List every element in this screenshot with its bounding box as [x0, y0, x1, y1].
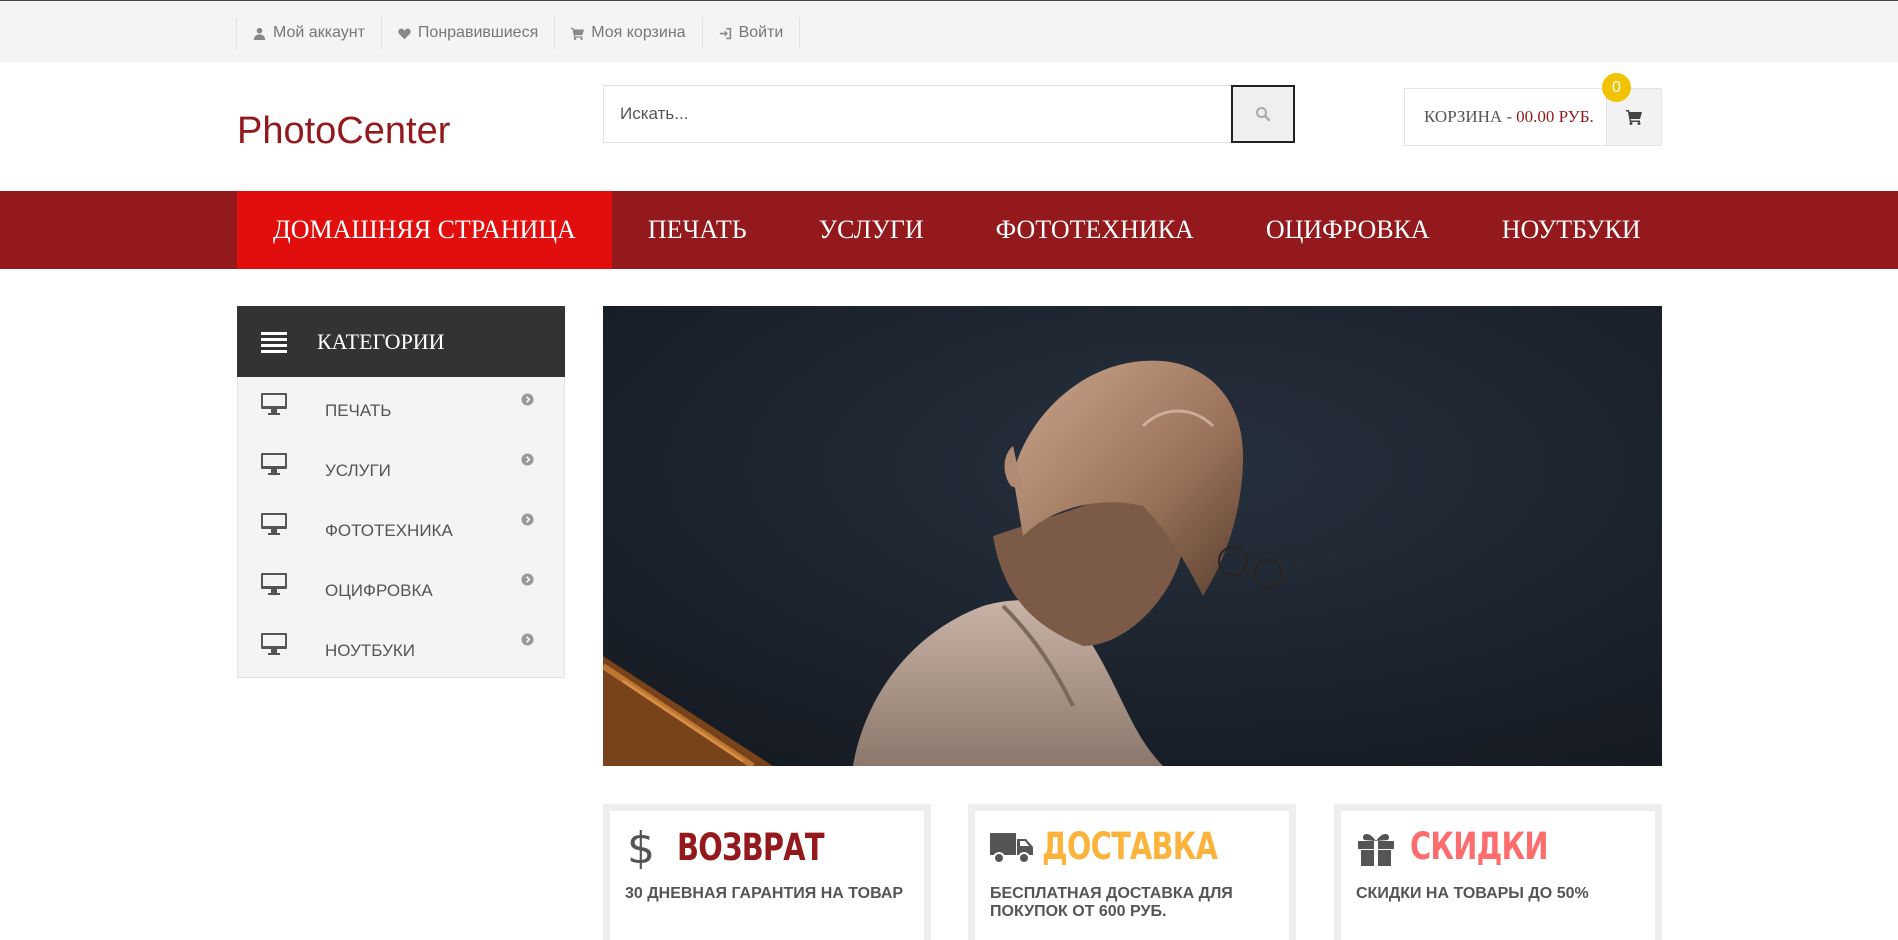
- feature-title: СКИДКИ: [1410, 825, 1548, 868]
- categories-sidebar: КАТЕГОРИИ ПЕЧАТЬ УСЛУГИ ФОТОТЕХНИКА ОЦИФ…: [237, 306, 565, 678]
- nav-item-home[interactable]: ДОМАШНЯЯ СТРАНИЦА: [237, 191, 612, 269]
- login-label: Войти: [738, 24, 784, 41]
- dollar-icon: $: [627, 825, 655, 869]
- search-icon: [1256, 107, 1271, 122]
- categories-list: ПЕЧАТЬ УСЛУГИ ФОТОТЕХНИКА ОЦИФРОВКА НОУТ…: [237, 377, 565, 678]
- category-label: ФОТОТЕХНИКА: [325, 521, 453, 540]
- my-cart-link[interactable]: Моя корзина: [554, 17, 701, 49]
- chevron-right-circle-icon: [521, 393, 534, 406]
- feature-discounts: СКИДКИ СКИДКИ НА ТОВАРЫ ДО 50%: [1334, 804, 1662, 940]
- cart-total: 00.00 РУБ.: [1516, 107, 1594, 126]
- features-row: $ ВОЗВРАТ 30 ДНЕВНАЯ ГАРАНТИЯ НА ТОВАР Д…: [603, 804, 1662, 940]
- cart-count-badge: 0: [1602, 73, 1631, 102]
- monitor-icon: [261, 633, 287, 655]
- category-item-services[interactable]: УСЛУГИ: [238, 437, 564, 497]
- category-item-laptops[interactable]: НОУТБУКИ: [238, 617, 564, 677]
- category-item-print[interactable]: ПЕЧАТЬ: [238, 377, 564, 437]
- search-input[interactable]: [603, 85, 1231, 143]
- shopping-cart-icon: [1626, 110, 1642, 125]
- site-logo[interactable]: PhotoCenter: [237, 110, 450, 153]
- feature-delivery: ДОСТАВКА БЕСПЛАТНАЯ ДОСТАВКА ДЛЯ ПОКУПОК…: [968, 804, 1296, 940]
- search-button[interactable]: [1231, 85, 1295, 143]
- cart-summary[interactable]: КОРЗИНА - 00.00 РУБ.: [1405, 89, 1606, 145]
- nav-item-photo-equipment[interactable]: ФОТОТЕХНИКА: [960, 191, 1230, 269]
- category-label: УСЛУГИ: [325, 461, 391, 480]
- chevron-right-circle-icon: [521, 513, 534, 526]
- chevron-right-circle-icon: [521, 453, 534, 466]
- search-bar: [603, 85, 1295, 143]
- gift-icon: [1358, 833, 1394, 866]
- feature-header: СКИДКИ: [1356, 825, 1587, 868]
- feature-description: БЕСПЛАТНАЯ ДОСТАВКА ДЛЯ ПОКУПОК ОТ 600 Р…: [990, 885, 1233, 920]
- chevron-right-circle-icon: [521, 633, 534, 646]
- nav-item-services[interactable]: УСЛУГИ: [783, 191, 960, 269]
- feature-header: $ ВОЗВРАТ: [625, 825, 865, 869]
- monitor-icon: [261, 453, 287, 475]
- menu-list-icon: [261, 331, 287, 353]
- categories-header: КАТЕГОРИИ: [237, 306, 565, 377]
- account-links: Мой аккаунт Понравившиеся Моя корзина Во…: [236, 17, 801, 49]
- main-nav: ДОМАШНЯЯ СТРАНИЦА ПЕЧАТЬ УСЛУГИ ФОТОТЕХН…: [0, 191, 1898, 269]
- header: PhotoCenter КОРЗИНА - 00.00 РУБ. 0: [0, 62, 1898, 191]
- feature-description: СКИДКИ НА ТОВАРЫ ДО 50%: [1356, 885, 1589, 902]
- nav-items: ДОМАШНЯЯ СТРАНИЦА ПЕЧАТЬ УСЛУГИ ФОТОТЕХН…: [237, 191, 1677, 269]
- login-link[interactable]: Войти: [701, 17, 801, 49]
- monitor-icon: [261, 513, 287, 535]
- feature-returns: $ ВОЗВРАТ 30 ДНЕВНАЯ ГАРАНТИЯ НА ТОВАР: [603, 804, 931, 940]
- sign-in-icon: [719, 27, 731, 39]
- my-cart-label: Моя корзина: [591, 24, 686, 41]
- feature-description: 30 ДНЕВНАЯ ГАРАНТИЯ НА ТОВАР: [625, 885, 904, 902]
- categories-title: КАТЕГОРИИ: [317, 328, 445, 354]
- heart-icon: [398, 28, 411, 39]
- feature-title: ДОСТАВКА: [1042, 825, 1218, 868]
- nav-item-digitizing[interactable]: ОЦИФРОВКА: [1230, 191, 1466, 269]
- category-label: ПЕЧАТЬ: [325, 401, 392, 420]
- hero-photo: [603, 306, 1662, 766]
- category-label: НОУТБУКИ: [325, 641, 415, 660]
- nav-item-laptops[interactable]: НОУТБУКИ: [1466, 191, 1677, 269]
- cart-icon: [571, 27, 585, 40]
- chevron-right-circle-icon: [521, 573, 534, 586]
- feature-title: ВОЗВРАТ: [677, 825, 825, 869]
- my-account-label: Мой аккаунт: [273, 24, 365, 41]
- monitor-icon: [261, 573, 287, 595]
- category-item-photo-equipment[interactable]: ФОТОТЕХНИКА: [238, 497, 564, 557]
- monitor-icon: [261, 393, 287, 415]
- truck-icon: [990, 832, 1033, 864]
- user-icon: [253, 27, 266, 40]
- svg-text:$: $: [627, 825, 655, 869]
- header-cart[interactable]: КОРЗИНА - 00.00 РУБ. 0: [1404, 73, 1662, 146]
- category-label: ОЦИФРОВКА: [325, 581, 433, 600]
- top-bar: Мой аккаунт Понравившиеся Моя корзина Во…: [0, 0, 1898, 62]
- hero-banner-image[interactable]: [603, 306, 1662, 766]
- my-account-link[interactable]: Мой аккаунт: [236, 17, 381, 49]
- feature-header: ДОСТАВКА: [990, 825, 1267, 868]
- wishlist-label: Понравившиеся: [417, 24, 539, 41]
- wishlist-link[interactable]: Понравившиеся: [380, 17, 554, 49]
- category-item-digitizing[interactable]: ОЦИФРОВКА: [238, 557, 564, 617]
- nav-item-print[interactable]: ПЕЧАТЬ: [612, 191, 783, 269]
- cart-label: КОРЗИНА -: [1424, 107, 1513, 126]
